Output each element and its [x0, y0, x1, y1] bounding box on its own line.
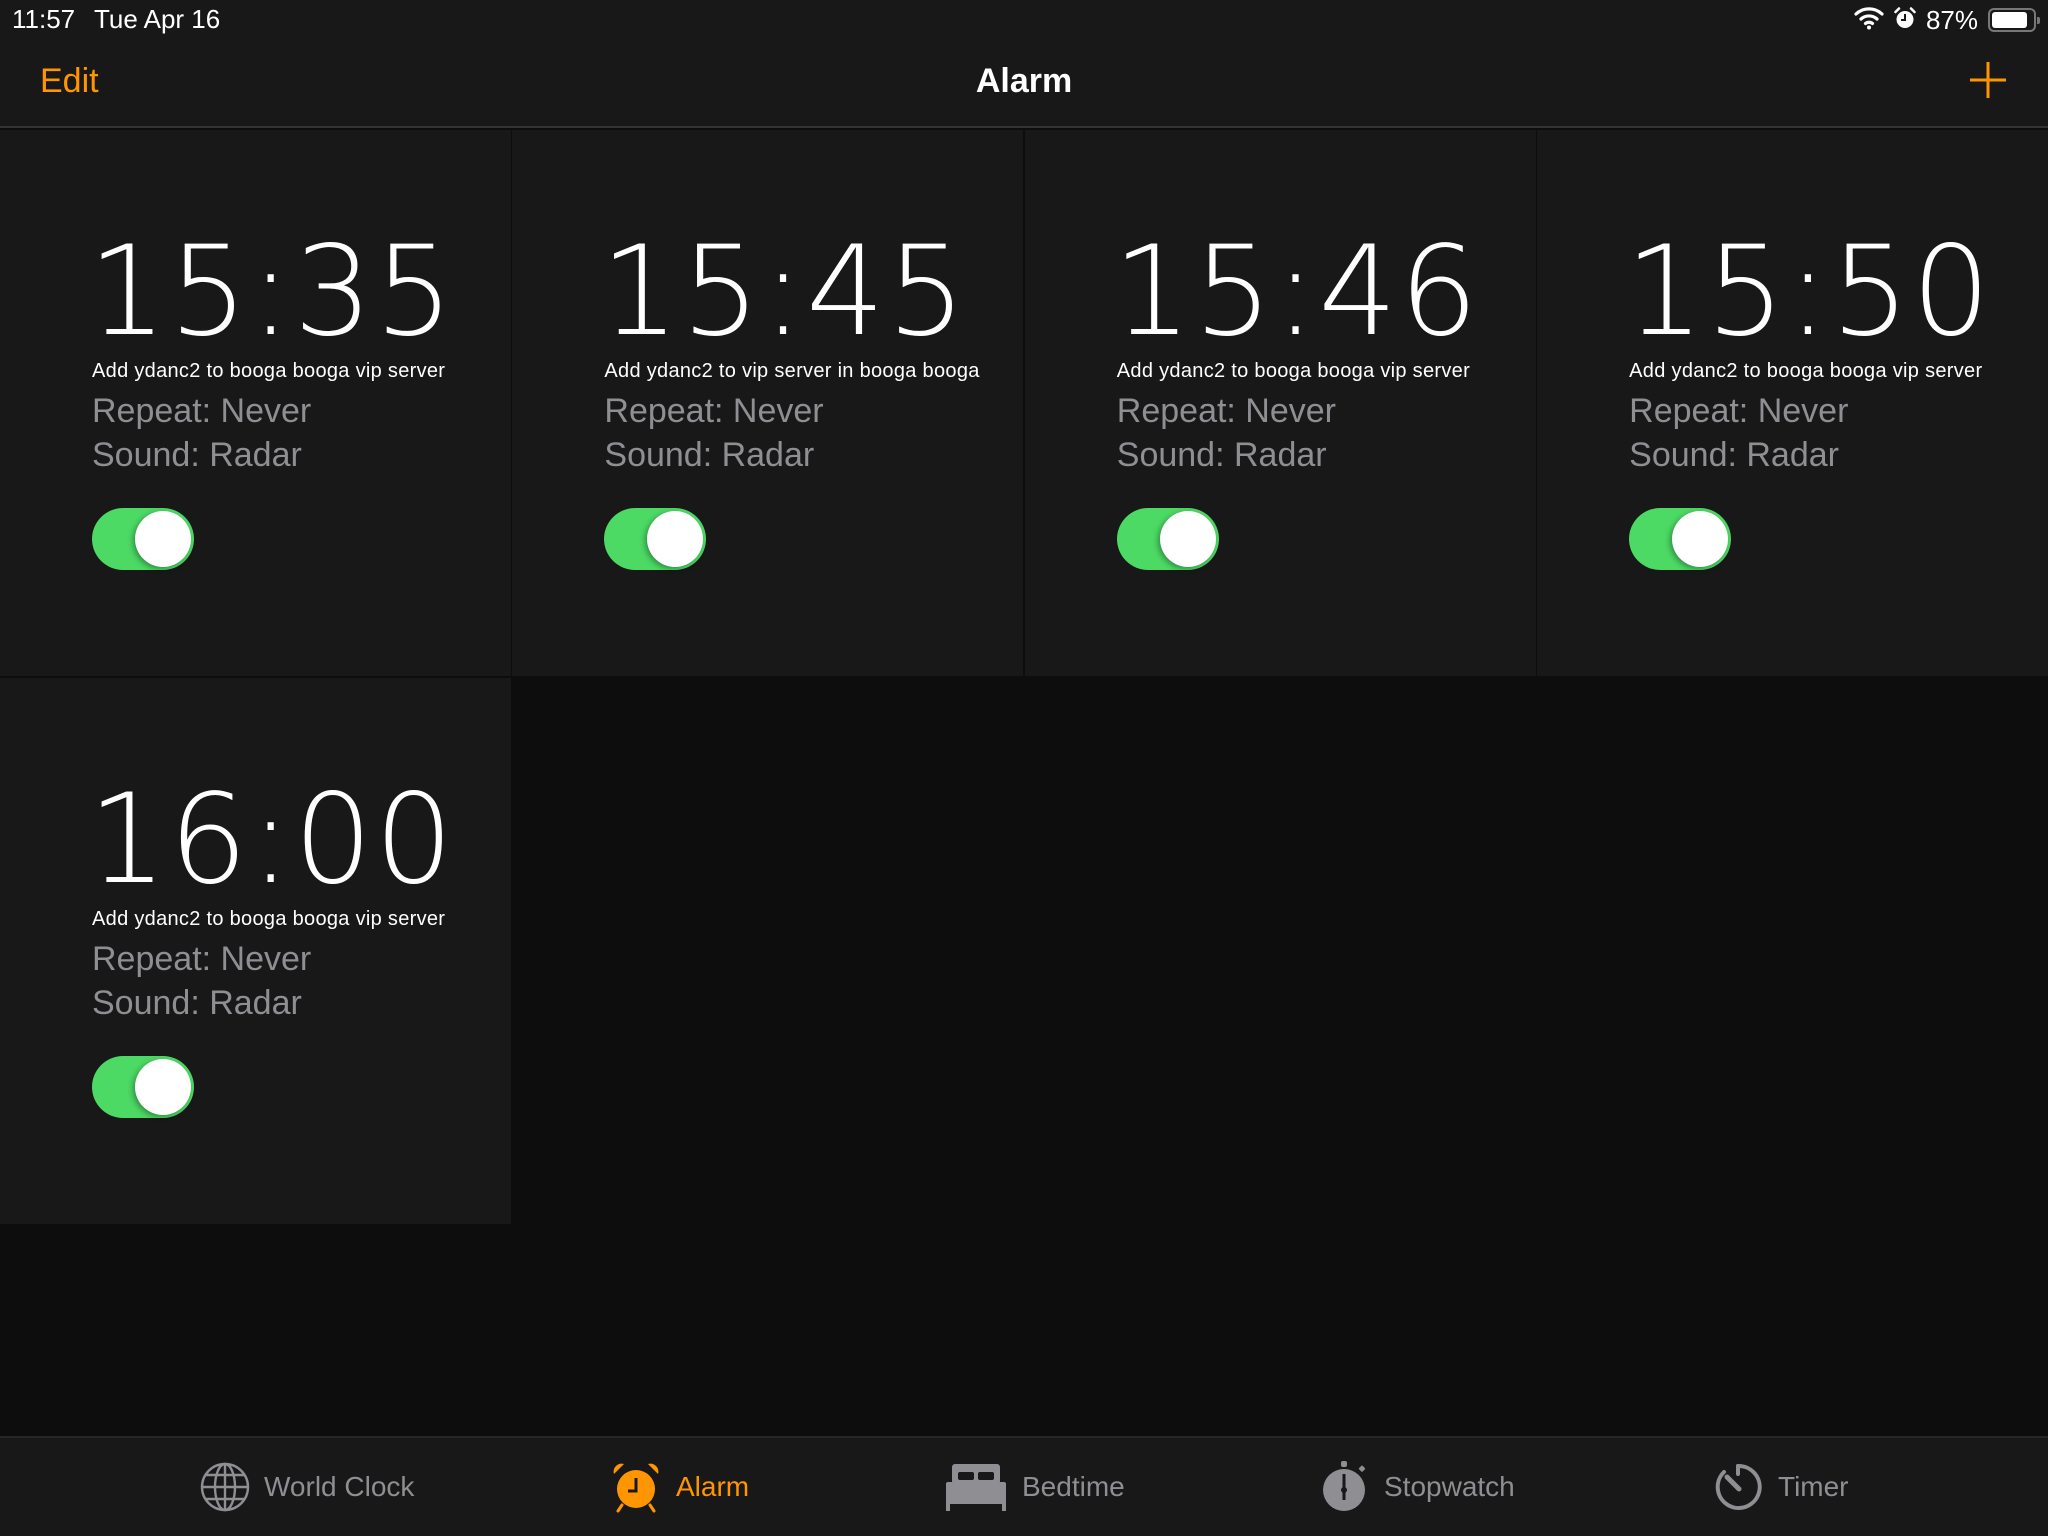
alarm-repeat: Repeat: Never	[92, 940, 312, 978]
tab-stopwatch[interactable]: Stopwatch	[1320, 1438, 1515, 1536]
toggle-knob[interactable]	[1672, 511, 1729, 567]
alarm-toggle[interactable]	[92, 1056, 194, 1118]
tab-alarm[interactable]: Alarm	[610, 1438, 749, 1536]
alarm-label: Add ydanc2 to booga booga vip server	[92, 360, 446, 382]
alarm-time: 15:46	[1112, 220, 1481, 364]
alarm-toggle[interactable]	[92, 508, 194, 570]
alarm-label: Add ydanc2 to vip server in booga booga	[604, 360, 980, 382]
wifi-icon	[1854, 6, 1884, 35]
status-date: Tue Apr 16	[94, 4, 221, 34]
alarm-toggle[interactable]	[604, 508, 707, 570]
tab-label: World Clock	[264, 1471, 415, 1502]
alarm-sound: Sound: Radar	[1116, 436, 1327, 474]
alarm-card[interactable]: 15:46 Add ydanc2 to booga booga vip serv…	[1024, 130, 1536, 676]
tab-label: Timer	[1778, 1471, 1849, 1502]
alarm-sound: Sound: Radar	[1629, 436, 1839, 474]
alarm-time: 15:45	[600, 220, 968, 364]
status-time: 11:57	[12, 4, 76, 34]
globe-icon	[200, 1462, 250, 1512]
alarm-time: 15:35	[88, 220, 456, 364]
alarm-repeat: Repeat: Never	[1629, 392, 1849, 430]
plus-icon	[1970, 62, 2006, 98]
battery-icon	[1988, 8, 2040, 32]
status-bar: 11:57 Tue Apr 16 87%	[0, 0, 2048, 40]
tab-label: Alarm	[676, 1471, 750, 1502]
alarm-repeat: Repeat: Never	[92, 392, 312, 430]
alarm-repeat: Repeat: Never	[604, 392, 824, 430]
toggle-knob[interactable]	[135, 511, 191, 567]
tab-label: Stopwatch	[1384, 1471, 1515, 1502]
tab-timer[interactable]: Timer	[1712, 1438, 1849, 1536]
edit-button[interactable]: Edit	[40, 62, 99, 101]
timer-icon	[1712, 1461, 1764, 1513]
toggle-knob[interactable]	[135, 1059, 191, 1115]
alarm-toggle[interactable]	[1116, 508, 1219, 570]
alarm-clock-icon	[1894, 6, 1916, 35]
alarm-card[interactable]: 15:45 Add ydanc2 to vip server in booga …	[512, 130, 1024, 676]
add-alarm-button[interactable]	[1968, 60, 2008, 100]
alarm-toggle[interactable]	[1629, 508, 1732, 570]
alarm-clock-icon	[610, 1461, 662, 1513]
toggle-knob[interactable]	[647, 511, 704, 567]
bed-icon	[944, 1462, 1008, 1512]
alarm-label: Add ydanc2 to booga booga vip server	[1116, 360, 1471, 382]
alarm-card[interactable]: 15:35 Add ydanc2 to booga booga vip serv…	[0, 130, 511, 676]
alarm-sound: Sound: Radar	[604, 436, 815, 474]
tab-bedtime[interactable]: Bedtime	[944, 1438, 1125, 1536]
page-title: Alarm	[975, 62, 1073, 100]
alarm-time: 16:00	[88, 768, 456, 912]
navigation-bar: Edit Alarm	[0, 40, 2048, 128]
alarm-card[interactable]: 16:00 Add ydanc2 to booga booga vip serv…	[0, 678, 511, 1224]
battery-level	[1992, 12, 2027, 28]
tab-world-clock[interactable]: World Clock	[200, 1438, 414, 1536]
alarm-repeat: Repeat: Never	[1116, 392, 1337, 430]
tab-label: Bedtime	[1022, 1471, 1125, 1502]
alarm-time: 15:50	[1625, 220, 1993, 364]
stopwatch-icon	[1320, 1460, 1370, 1514]
battery-percent: 87%	[1925, 4, 1978, 35]
alarm-card[interactable]: 15:50 Add ydanc2 to booga booga vip serv…	[1537, 130, 2048, 676]
alarm-label: Add ydanc2 to booga booga vip server	[1629, 360, 1983, 382]
alarm-sound: Sound: Radar	[92, 436, 302, 474]
toggle-knob[interactable]	[1159, 511, 1216, 567]
status-right-group: 87%	[1854, 4, 2040, 36]
alarm-grid: 15:35 Add ydanc2 to booga booga vip serv…	[0, 130, 2048, 1224]
alarm-label: Add ydanc2 to booga booga vip server	[92, 908, 446, 930]
tab-bar: World Clock Alarm Bedtime Stopwatch Time…	[0, 1436, 2048, 1536]
alarm-sound: Sound: Radar	[92, 984, 302, 1022]
